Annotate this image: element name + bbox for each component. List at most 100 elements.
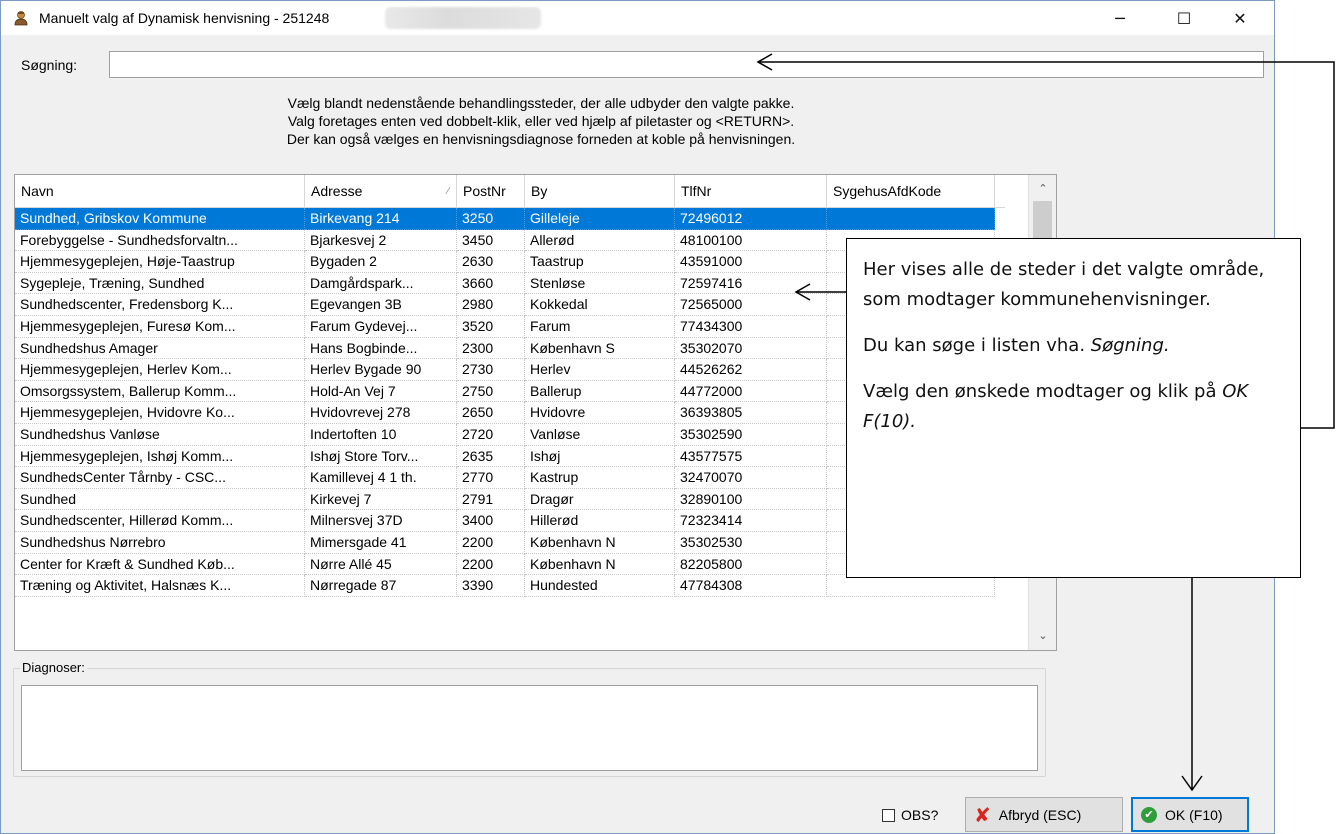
table-cell: Ishøj (525, 445, 675, 468)
table-cell: Damgårdspark... (305, 272, 457, 295)
table-cell: Hjemmesygeplejen, Furesø Kom... (15, 315, 305, 338)
minimize-button[interactable]: ─ (1097, 1, 1143, 35)
column-header-sygehusafdkode[interactable]: SygehusAfdKode (827, 175, 995, 208)
search-label: Søgning: (21, 57, 78, 73)
obs-checkbox-group[interactable]: OBS? (882, 807, 938, 823)
scroll-up-icon[interactable]: ⌃ (1029, 179, 1056, 199)
column-header-navn[interactable]: Navn (15, 175, 305, 208)
table-cell: 72565000 (675, 294, 827, 316)
table-cell: 2770 (457, 467, 525, 489)
table-cell: Farum Gydevej... (305, 315, 457, 338)
maximize-button[interactable]: ☐ (1161, 1, 1207, 35)
title-bar: Manuelt valg af Dynamisk henvisning - 25… (1, 1, 1274, 35)
table-cell: 35302530 (675, 531, 827, 554)
table-cell: 72496012 (675, 208, 827, 230)
table-cell: Dragør (525, 488, 675, 511)
table-cell: 77434300 (675, 315, 827, 338)
callout-emphasis: Søgning. (1090, 335, 1170, 356)
table-cell: København N (525, 531, 675, 554)
obs-checkbox[interactable] (882, 808, 895, 822)
table-cell: Hjemmesygeplejen, Herlev Kom... (15, 359, 305, 381)
table-cell: Farum (525, 315, 675, 338)
cancel-x-icon: ✘ (974, 802, 991, 827)
table-cell: Egevangen 3B (305, 294, 457, 316)
table-cell: Nørregade 87 (305, 575, 457, 597)
ok-button[interactable]: ✔ OK (F10) (1131, 797, 1249, 832)
scroll-down-icon[interactable]: ⌄ (1029, 626, 1056, 646)
table-cell: København S (525, 337, 675, 360)
table-cell: 48100100 (675, 229, 827, 252)
callout-paragraph: Vælg den ønskede modtager og klik på OK … (863, 377, 1284, 437)
ok-check-icon: ✔ (1141, 806, 1157, 823)
table-cell: København N (525, 553, 675, 576)
table-cell: 35302590 (675, 423, 827, 446)
table-cell: Sundhedscenter, Fredensborg K... (15, 294, 305, 316)
table-cell: Herlev Bygade 90 (305, 359, 457, 381)
scroll-thumb[interactable] (1033, 201, 1052, 241)
table-cell: 3400 (457, 510, 525, 532)
table-cell: Ballerup (525, 380, 675, 403)
table-cell: 2200 (457, 531, 525, 554)
table-cell: Hundested (525, 575, 675, 597)
callout-paragraph: Her vises alle de steder i det valgte om… (863, 259, 1265, 310)
column-header-tlfnr[interactable]: TlfNr (675, 175, 827, 208)
table-cell: 32890100 (675, 488, 827, 511)
person-icon (14, 11, 28, 26)
table-cell: 44526262 (675, 359, 827, 381)
obs-label: OBS? (901, 807, 939, 823)
table-cell: 72323414 (675, 510, 827, 532)
table-cell: Center for Kræft & Sundhed Køb... (15, 553, 305, 576)
table-cell: 2720 (457, 423, 525, 446)
column-header-postnr[interactable]: PostNr (457, 175, 525, 208)
search-input[interactable] (109, 51, 1264, 78)
help-callout: Her vises alle de steder i det valgte om… (846, 238, 1301, 578)
diagnoser-label: Diagnoser: (20, 660, 87, 675)
table-cell: 3250 (457, 208, 525, 230)
table-cell: Hvidovrevej 278 (305, 402, 457, 424)
column-header-by[interactable]: By (525, 175, 675, 208)
close-button[interactable]: ✕ (1217, 1, 1263, 35)
table-row[interactable]: Træning og Aktivitet, Halsnæs K... Nørreg… (15, 575, 1005, 597)
table-cell: 35302070 (675, 337, 827, 360)
table-cell: Sundhed, Gribskov Kommune (15, 208, 305, 230)
table-cell: 2630 (457, 251, 525, 273)
table-header: Navn Adresse ⁄ PostNr By TlfNr SygehusAf… (15, 175, 1005, 208)
table-cell: Vanløse (525, 423, 675, 446)
column-header-adresse[interactable]: Adresse ⁄ (305, 175, 457, 208)
callout-paragraph: Du kan søge i listen vha. Søgning. (863, 331, 1284, 361)
table-cell: Sundhedshus Nørrebro (15, 531, 305, 554)
table-cell: 3660 (457, 272, 525, 295)
table-cell: Kastrup (525, 467, 675, 489)
callout-text: Vælg den ønskede modtager og klik på (863, 381, 1223, 402)
table-cell: SundhedsCenter Tårnby - CSC... (15, 467, 305, 489)
table-cell: 2730 (457, 359, 525, 381)
table-cell: Stenløse (525, 272, 675, 295)
table-cell: Milnersvej 37D (305, 510, 457, 532)
cancel-button[interactable]: ✘ Afbryd (ESC) (965, 797, 1123, 832)
table-cell: Taastrup (525, 251, 675, 273)
table-row[interactable]: Sundhed, Gribskov Kommune Birkevang 214 32… (15, 208, 1005, 230)
table-cell: Kamillevej 4 1 th. (305, 467, 457, 489)
table-cell: 44772000 (675, 380, 827, 403)
table-cell: Allerød (525, 229, 675, 252)
table-cell: Gilleleje (525, 208, 675, 230)
ok-button-label: OK (F10) (1165, 806, 1223, 823)
table-cell: Ishøj Store Torv... (305, 445, 457, 468)
cancel-button-label: Afbryd (ESC) (998, 806, 1082, 823)
table-cell: Kirkevej 7 (305, 488, 457, 511)
table-cell: Hvidovre (525, 402, 675, 424)
table-cell: 47784308 (675, 575, 827, 597)
table-cell: 2300 (457, 337, 525, 360)
table-cell: 3520 (457, 315, 525, 338)
table-cell: 72597416 (675, 272, 827, 295)
table-cell: Træning og Aktivitet, Halsnæs K... (15, 575, 305, 597)
table-cell: Hold-An Vej 7 (305, 380, 457, 403)
table-cell: Sundhedshus Amager (15, 337, 305, 360)
redacted-title-area (385, 7, 541, 29)
table-cell: Forebyggelse - Sundhedsforvaltn... (15, 229, 305, 252)
diagnoser-field[interactable] (21, 685, 1038, 771)
table-cell (827, 575, 995, 597)
table-cell: 32470070 (675, 467, 827, 489)
table-cell: Sundhedscenter, Hillerød Komm... (15, 510, 305, 532)
table-cell: Nørre Allé 45 (305, 553, 457, 576)
